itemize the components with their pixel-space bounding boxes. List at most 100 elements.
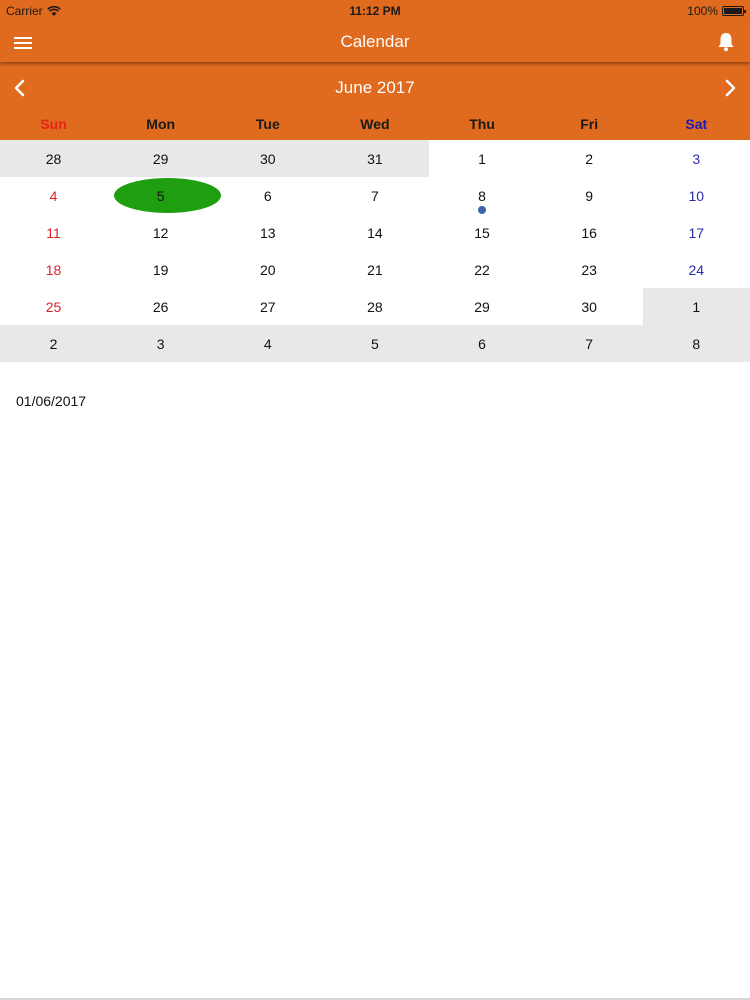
day-cell[interactable]: 19 — [107, 251, 214, 288]
day-number: 28 — [367, 298, 383, 315]
calendar-week-row: 11 12 13 14 15 16 17 — [0, 214, 750, 251]
day-cell[interactable]: 8 — [642, 325, 750, 362]
selected-date-label: 01/06/2017 — [16, 393, 87, 409]
day-cell[interactable]: 17 — [643, 214, 750, 251]
day-cell[interactable]: 26 — [107, 288, 214, 325]
day-cell[interactable]: 22 — [429, 251, 536, 288]
battery-label: 100% — [687, 4, 718, 18]
day-cell[interactable]: 4 — [214, 325, 322, 362]
day-cell[interactable]: 10 — [643, 177, 750, 214]
battery-indicator: 100% — [687, 4, 746, 18]
weekday-fri: Fri — [580, 116, 599, 132]
day-number: 4 — [49, 187, 58, 204]
day-number: 3 — [156, 335, 165, 352]
day-number: 6 — [478, 335, 486, 352]
day-number: 30 — [260, 150, 276, 167]
day-cell[interactable]: 4 — [0, 177, 107, 214]
day-number: 23 — [581, 261, 597, 278]
day-number: 21 — [367, 261, 383, 278]
day-number: 30 — [581, 298, 597, 315]
calendar-week-row: 2 3 4 5 6 7 8 — [0, 325, 750, 362]
selected-day-highlight — [114, 178, 222, 213]
day-cell[interactable]: 6 — [428, 325, 536, 362]
day-number: 31 — [367, 150, 383, 167]
chevron-right-icon[interactable] — [718, 76, 742, 100]
day-cell[interactable]: 1 — [429, 140, 536, 177]
day-cell[interactable]: 16 — [536, 214, 643, 251]
day-cell[interactable]: 8 — [429, 177, 536, 214]
navigation-bar: Calendar — [0, 22, 750, 62]
day-cell[interactable]: 14 — [321, 214, 428, 251]
day-number: 1 — [692, 298, 701, 315]
weekday-row: Sun Mon Tue Wed Thu Fri Sat — [0, 116, 750, 132]
day-number: 28 — [45, 150, 62, 167]
weekday-tue: Tue — [255, 116, 280, 132]
day-cell[interactable]: 2 — [0, 325, 108, 362]
day-number: 19 — [152, 261, 169, 278]
day-cell[interactable]: 7 — [321, 177, 428, 214]
day-number: 5 — [371, 335, 379, 352]
day-cell[interactable]: 31 — [321, 140, 429, 177]
bell-icon[interactable] — [714, 30, 738, 54]
day-cell[interactable]: 29 — [429, 288, 536, 325]
day-number: 18 — [45, 261, 62, 278]
day-number: 22 — [474, 261, 490, 278]
day-number: 6 — [263, 187, 272, 204]
day-number: 8 — [692, 335, 701, 352]
day-number: 26 — [152, 298, 169, 315]
day-cell[interactable]: 6 — [214, 177, 321, 214]
day-cell[interactable]: 20 — [214, 251, 321, 288]
day-cell[interactable]: 30 — [214, 140, 322, 177]
day-cell[interactable]: 18 — [0, 251, 107, 288]
day-cell[interactable]: 1 — [642, 288, 750, 325]
day-cell[interactable]: 11 — [0, 214, 107, 251]
day-number: 7 — [371, 187, 379, 204]
day-cell[interactable]: 30 — [536, 288, 643, 325]
month-title: June 2017 — [335, 78, 415, 97]
day-number: 27 — [260, 298, 276, 315]
day-cell[interactable]: 3 — [107, 325, 215, 362]
day-number: 4 — [263, 335, 272, 352]
day-cell[interactable]: 21 — [321, 251, 428, 288]
page-title: Calendar — [340, 32, 410, 51]
day-number: 11 — [46, 224, 61, 241]
day-cell[interactable]: 3 — [643, 140, 750, 177]
day-cell[interactable]: 7 — [535, 325, 643, 362]
status-time: 11:12 PM — [349, 4, 401, 18]
day-cell[interactable]: 23 — [536, 251, 643, 288]
weekday-thu: Thu — [469, 116, 495, 132]
day-cell[interactable]: 5 — [321, 325, 429, 362]
day-cell[interactable]: 28 — [321, 288, 428, 325]
day-cell[interactable]: 15 — [429, 214, 536, 251]
day-number: 17 — [688, 224, 705, 241]
day-number: 29 — [474, 298, 490, 315]
day-cell[interactable]: 27 — [214, 288, 321, 325]
day-number: 2 — [49, 335, 58, 352]
day-number: 7 — [585, 335, 594, 352]
day-cell[interactable]: 29 — [107, 140, 215, 177]
day-cell[interactable]: 2 — [536, 140, 643, 177]
calendar-week-row: 4 5 6 7 8 9 10 — [0, 177, 750, 214]
day-number: 12 — [152, 224, 169, 241]
weekday-sun: Sun — [40, 116, 67, 132]
day-cell[interactable]: 12 — [107, 214, 214, 251]
calendar-grid: 28 29 30 31 1 2 3 4 5 6 7 8 9 10 11 12 13 14 15 16 17 18 19 20 2… — [0, 140, 750, 362]
day-cell[interactable]: 13 — [214, 214, 321, 251]
day-number: 20 — [260, 261, 276, 278]
day-number: 13 — [260, 224, 276, 241]
day-cell[interactable]: 24 — [643, 251, 750, 288]
calendar-week-row: 18 19 20 21 22 23 24 — [0, 251, 750, 288]
day-number: 3 — [692, 150, 701, 167]
day-cell[interactable]: 28 — [0, 140, 108, 177]
day-cell[interactable]: 9 — [536, 177, 643, 214]
weekday-mon: Mon — [146, 116, 176, 132]
day-number: 2 — [585, 150, 594, 167]
calendar-week-row: 28 29 30 31 1 2 3 — [0, 140, 750, 177]
day-cell[interactable]: 25 — [0, 288, 107, 325]
day-number: 1 — [478, 150, 486, 167]
event-dot — [478, 206, 487, 214]
battery-icon — [722, 6, 746, 16]
weekday-wed: Wed — [360, 116, 390, 132]
day-number: 8 — [478, 187, 486, 204]
day-cell-selected[interactable]: 5 — [107, 177, 222, 214]
